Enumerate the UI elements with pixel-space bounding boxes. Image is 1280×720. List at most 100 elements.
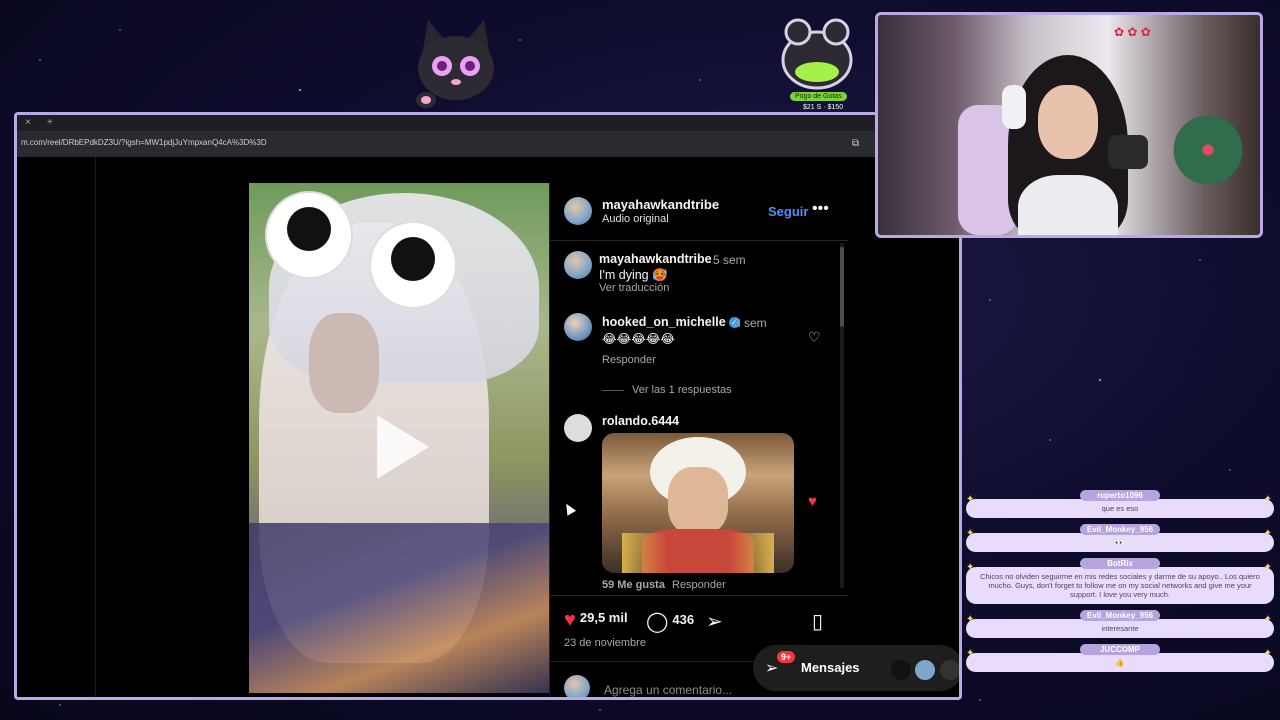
comment-user[interactable]: hooked_on_michelle	[602, 315, 726, 329]
chat-text: 👀	[966, 533, 1274, 552]
actions-divider	[550, 595, 848, 596]
view-replies-link[interactable]: Ver las 1 respuestas	[632, 384, 732, 396]
chat-text: interesante	[966, 619, 1274, 638]
messages-label: Mensajes	[801, 660, 860, 675]
comments-action[interactable]: ◯ 436	[646, 609, 694, 634]
star-icon: ✦	[966, 562, 975, 573]
microphone-icon	[1108, 135, 1148, 169]
address-bar[interactable]: m.com/reel/DRbEPdkDZ3U/?igsh=MW1pdjJuYmp…	[17, 131, 959, 157]
comment-text: 😂😂😂😂😂	[602, 332, 676, 346]
star-icon: ✦	[966, 648, 975, 659]
post-author-name[interactable]: mayahawkandtribe	[602, 197, 719, 212]
star-icon: ✦	[1263, 562, 1272, 573]
chat-username: Evil_Monkey_956	[1080, 524, 1160, 535]
christmas-tree	[1168, 75, 1248, 225]
extension-icon[interactable]: ⧉	[852, 138, 859, 149]
heart-icon[interactable]: ♥	[564, 609, 576, 631]
cat-mascot-icon	[416, 20, 494, 108]
streamer-face	[1038, 85, 1098, 159]
follow-button[interactable]: Seguir	[768, 204, 808, 219]
reply-button[interactable]: Responder	[672, 579, 726, 591]
chat-text: 👍	[966, 653, 1274, 672]
play-icon[interactable]	[377, 415, 429, 479]
likes-action[interactable]: ♥ 29,5 mil	[564, 609, 628, 632]
new-tab-icon[interactable]: +	[47, 117, 53, 128]
post-date: 23 de noviembre	[564, 637, 646, 649]
googly-eye-right-icon	[369, 221, 457, 309]
liked-heart-icon[interactable]: ♥	[808, 493, 817, 510]
reel-video[interactable]	[249, 183, 549, 693]
chat-text: que es eso	[966, 499, 1274, 518]
wall-decoration: ✿ ✿ ✿	[1114, 25, 1151, 39]
star-icon: ✦	[966, 614, 975, 625]
user-avatar	[564, 675, 590, 697]
share-icon[interactable]: ➢	[706, 609, 727, 634]
chat-username: Evil_Monkey_956	[1080, 610, 1160, 621]
chat-overlay: ✦ ✦ ruperto1096 que es eso ✦ ✦ Evil_Monkey…	[966, 490, 1274, 678]
comment-likes[interactable]: 59 Me gusta	[602, 579, 665, 591]
star-icon: ✦	[1263, 614, 1272, 625]
webcam-feed: ✿ ✿ ✿	[875, 12, 1263, 238]
chat-message: ✦ ✦ ruperto1096 que es eso	[966, 490, 1274, 518]
more-options-icon[interactable]: •••	[812, 200, 829, 218]
chat-message: ✦ ✦ BotRix Chicos no olviden seguirme en …	[966, 558, 1274, 604]
comment-text: I'm dying 🥵	[599, 268, 668, 282]
chat-username: JUCCOMP	[1080, 644, 1160, 655]
star-icon: ✦	[1263, 648, 1272, 659]
chat-message: ✦ ✦ Evil_Monkey_956 👀	[966, 524, 1274, 552]
headset-icon	[1002, 85, 1026, 129]
left-sidebar	[17, 157, 96, 697]
streamer-shirt	[1018, 175, 1118, 235]
comment-avatar[interactable]	[564, 313, 592, 341]
add-comment-input[interactable]: Agrega un comentario...	[604, 683, 732, 697]
gif-face	[668, 467, 728, 535]
star-icon: ✦	[966, 528, 975, 539]
frog-goal-mascot-icon	[781, 18, 853, 90]
comment-user[interactable]: mayahawkandtribe	[599, 252, 712, 266]
chat-message: ✦ ✦ JUCCOMP 👍	[966, 644, 1274, 672]
comment-avatar[interactable]	[564, 251, 592, 279]
star-icon: ✦	[966, 494, 975, 505]
comment-avatar[interactable]	[564, 414, 592, 442]
reply-button[interactable]: Responder	[602, 354, 656, 366]
goal-amount: $21 S · $150	[803, 104, 844, 111]
url-text[interactable]: m.com/reel/DRbEPdkDZ3U/?igsh=MW1pdjJuYmp…	[21, 138, 267, 147]
chat-username: BotRix	[1080, 558, 1160, 569]
browser-window: × + m.com/reel/DRbEPdkDZ3U/?igsh=MW1pdjJ…	[14, 112, 962, 700]
chat-username: ruperto1096	[1080, 490, 1160, 501]
save-bookmark-icon[interactable]: ▯	[812, 609, 827, 634]
messages-icon: ➢	[765, 660, 779, 677]
avatar	[889, 658, 913, 682]
post-side-panel: mayahawkandtribe Audio original Seguir •…	[549, 183, 848, 697]
comment-user[interactable]: rolando.6444	[602, 414, 679, 428]
scrollbar-thumb[interactable]	[840, 247, 844, 327]
author-avatar[interactable]	[564, 197, 592, 225]
tab-bar: × +	[17, 115, 959, 131]
blanket	[249, 523, 549, 693]
comments-scrollbar[interactable]	[840, 243, 844, 588]
gif-coat	[622, 533, 774, 573]
likes-count: 29,5 mil	[579, 610, 628, 625]
messages-avatars	[889, 658, 959, 687]
like-comment-heart-icon[interactable]: ♡	[808, 329, 821, 346]
comment-user-line[interactable]: hooked_on_michelle ✓	[602, 315, 740, 329]
star-icon: ✦	[1263, 494, 1272, 505]
close-tab-icon[interactable]: ×	[25, 117, 31, 128]
star-icon: ✦	[1263, 528, 1272, 539]
translate-link[interactable]: Ver traducción	[599, 282, 669, 294]
messages-button[interactable]: ➢ 9+ Mensajes	[753, 645, 959, 691]
audio-label[interactable]: Audio original	[602, 213, 669, 225]
goat-snout	[309, 313, 379, 413]
avatar	[913, 658, 938, 682]
comment-time: 5 sem	[713, 253, 746, 267]
comment-time: 3 sem	[734, 316, 767, 330]
googly-eye-left-icon	[265, 191, 353, 279]
gif-comment-image	[602, 433, 794, 573]
instagram-reel-page: mayahawkandtribe Audio original Seguir •…	[17, 157, 959, 697]
avatar	[937, 658, 959, 682]
chat-message: ✦ ✦ Evil_Monkey_956 interesante	[966, 610, 1274, 638]
header-divider	[550, 240, 848, 241]
comments-count: 436	[672, 612, 695, 627]
comment-icon[interactable]: ◯	[646, 611, 668, 633]
goal-label: Pogo de Gotas	[790, 92, 847, 101]
